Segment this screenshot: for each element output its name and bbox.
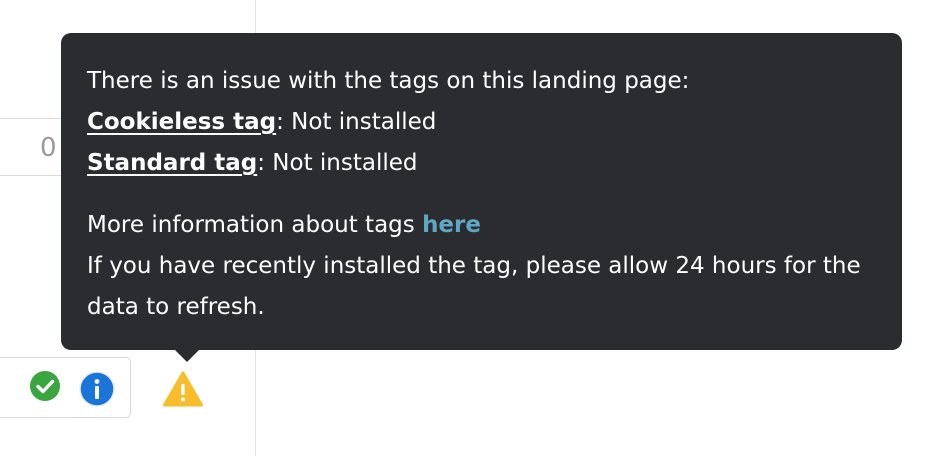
standard-tag-separator: : — [257, 150, 265, 176]
standard-tag-row: Standard tag: Not installed — [87, 143, 876, 184]
tags-info-link[interactable]: here — [422, 212, 481, 238]
cookieless-tag-status: Not installed — [283, 109, 437, 135]
refresh-note-line-2: data to refresh. — [87, 294, 265, 320]
cookieless-tag-label: Cookieless tag — [87, 109, 277, 135]
refresh-note-line-1: If you have recently installed the tag, … — [87, 253, 861, 279]
check-circle-icon[interactable] — [30, 371, 60, 401]
tag-issue-tooltip: There is an issue with the tags on this … — [61, 33, 902, 350]
cookieless-tag-row: Cookieless tag: Not installed — [87, 102, 876, 143]
tooltip-arrow — [174, 349, 200, 362]
info-icon[interactable] — [78, 370, 116, 408]
cookieless-tag-separator: : — [276, 109, 284, 135]
input-value: 0 — [40, 133, 57, 163]
more-info-row: More information about tags here — [87, 205, 876, 246]
standard-tag-status: Not installed — [264, 150, 418, 176]
warning-icon[interactable] — [162, 370, 204, 408]
more-info-text: More information about tags — [87, 212, 423, 238]
standard-tag-label: Standard tag — [87, 150, 258, 176]
tooltip-heading: There is an issue with the tags on this … — [87, 68, 690, 94]
